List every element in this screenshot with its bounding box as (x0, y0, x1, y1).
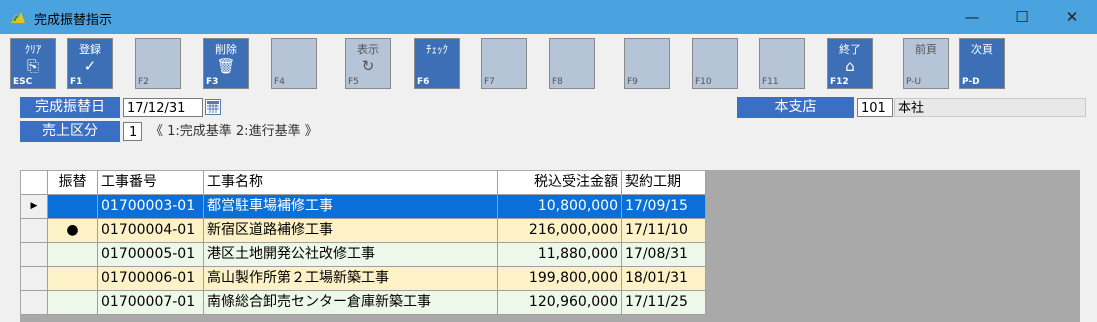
amount-cell[interactable]: 199,800,000 (498, 267, 622, 291)
f2-button[interactable]: F2 (135, 38, 181, 89)
sales-class-hint: 《 1:完成基準 2:進行基準 》 (150, 124, 318, 139)
transfer-date-label: 完成振替日 (20, 97, 120, 118)
row-indicator (21, 291, 48, 315)
name-cell[interactable]: 都営駐車場補修工事 (204, 195, 498, 219)
transfer-cell[interactable] (48, 267, 98, 291)
branch-name-field: 本社 (894, 98, 1086, 117)
next-page-button[interactable]: 次頁 P-D (959, 38, 1005, 89)
name-cell[interactable]: 港区土地開発公社改修工事 (204, 243, 498, 267)
col-header-number[interactable]: 工事番号 (98, 171, 204, 195)
maximize-button[interactable]: ☐ (999, 0, 1045, 34)
period-cell[interactable]: 17/09/15 (622, 195, 706, 219)
prev-page-button[interactable]: 前頁 P-U (903, 38, 949, 89)
check-button[interactable]: ﾁｪｯｸ F6 (414, 38, 460, 89)
grid-corner (21, 171, 48, 195)
clear-icon: ⎘ (26, 57, 39, 75)
minimize-button[interactable]: — (949, 0, 995, 34)
clear-button[interactable]: ｸﾘｱ ⎘ ESC (10, 38, 56, 89)
function-key-toolbar: ｸﾘｱ ⎘ ESC 登録 ✓ F1 F2 削除 🗑 F3 F4 表示 ↻ F5 … (0, 34, 1097, 94)
number-cell[interactable]: 01700003-01 (98, 195, 204, 219)
name-cell[interactable]: 新宿区道路補修工事 (204, 219, 498, 243)
amount-cell[interactable]: 11,880,000 (498, 243, 622, 267)
row-indicator (21, 219, 48, 243)
f9-button[interactable]: F9 (624, 38, 670, 89)
number-cell[interactable]: 01700006-01 (98, 267, 204, 291)
close-button[interactable]: ✕ (1049, 0, 1095, 34)
col-header-period[interactable]: 契約工期 (622, 171, 706, 195)
number-cell[interactable]: 01700005-01 (98, 243, 204, 267)
period-cell[interactable]: 17/11/25 (622, 291, 706, 315)
amount-cell[interactable]: 10,800,000 (498, 195, 622, 219)
app-icon (11, 12, 25, 23)
window-title: 完成振替指示 (34, 13, 113, 28)
period-cell[interactable]: 18/01/31 (622, 267, 706, 291)
amount-cell[interactable]: 216,000,000 (498, 219, 622, 243)
name-cell[interactable]: 南條総合卸売センター倉庫新築工事 (204, 291, 498, 315)
branch-label: 本支店 (737, 97, 854, 118)
amount-cell[interactable]: 120,960,000 (498, 291, 622, 315)
col-header-amount[interactable]: 税込受注金額 (498, 171, 622, 195)
transfer-date-field[interactable]: 17/12/31 (123, 98, 203, 117)
f7-button[interactable]: F7 (481, 38, 527, 89)
f10-button[interactable]: F10 (692, 38, 738, 89)
row-indicator (21, 267, 48, 291)
trash-icon: 🗑 (216, 57, 236, 75)
period-cell[interactable]: 17/11/10 (622, 219, 706, 243)
transfer-cell[interactable] (48, 291, 98, 315)
number-cell[interactable]: 01700004-01 (98, 219, 204, 243)
transfer-cell[interactable]: ● (48, 219, 98, 243)
row-indicator-icon: ▶ (21, 195, 48, 219)
register-button[interactable]: 登録 ✓ F1 (67, 38, 113, 89)
checkmark-icon: ✓ (83, 57, 97, 75)
f4-button[interactable]: F4 (271, 38, 317, 89)
row-indicator (21, 243, 48, 267)
title-bar: 完成振替指示 — ☐ ✕ (0, 0, 1097, 34)
home-icon: ⌂ (845, 57, 855, 75)
name-cell[interactable]: 高山製作所第２工場新築工事 (204, 267, 498, 291)
number-cell[interactable]: 01700007-01 (98, 291, 204, 315)
refresh-icon: ↻ (361, 57, 375, 75)
transfer-cell[interactable] (48, 195, 98, 219)
f8-button[interactable]: F8 (549, 38, 595, 89)
exit-button[interactable]: 終了 ⌂ F12 (827, 38, 873, 89)
delete-button[interactable]: 削除 🗑 F3 (203, 38, 249, 89)
jobs-grid-panel: 振替 工事番号 工事名称 税込受注金額 契約工期 ▶ 01700003-01 都… (20, 170, 1080, 322)
transfer-cell[interactable] (48, 243, 98, 267)
sales-class-field[interactable]: 1 (123, 122, 142, 141)
branch-code-field[interactable]: 101 (857, 98, 893, 117)
f11-button[interactable]: F11 (759, 38, 805, 89)
sales-class-label: 売上区分 (20, 121, 120, 142)
period-cell[interactable]: 17/08/31 (622, 243, 706, 267)
col-header-name[interactable]: 工事名称 (204, 171, 498, 195)
display-button[interactable]: 表示 ↻ F5 (345, 38, 391, 89)
calendar-icon[interactable] (205, 99, 221, 115)
col-header-transfer[interactable]: 振替 (48, 171, 98, 195)
